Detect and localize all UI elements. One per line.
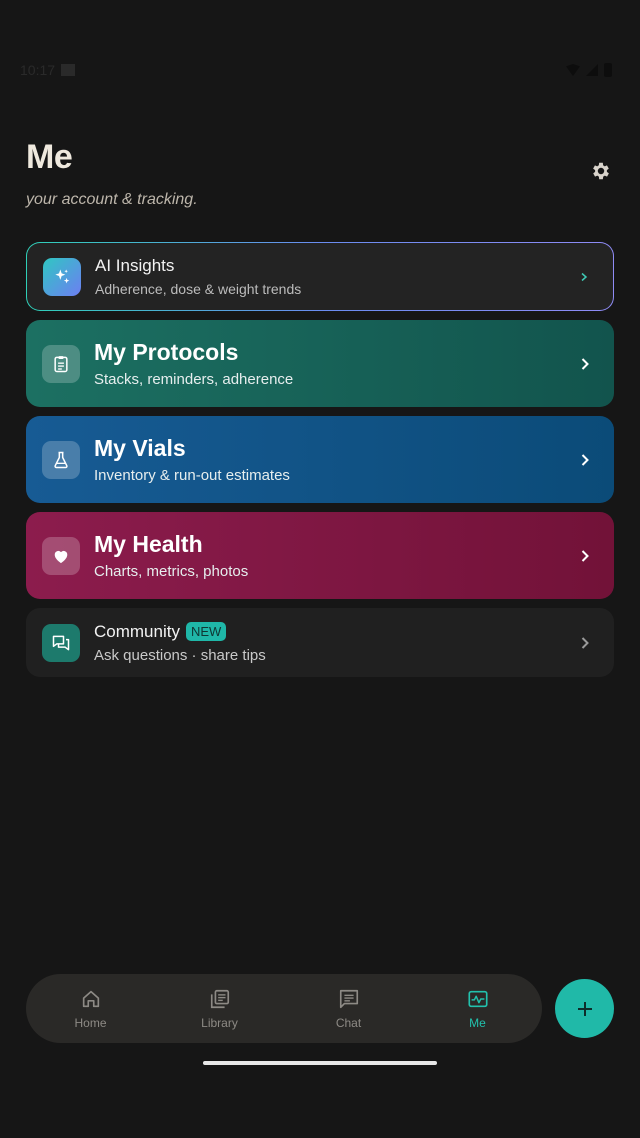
sparkles-icon [55,269,70,283]
page-title: Me [26,138,73,176]
new-badge: NEW [185,622,227,641]
nav-label-library: Library [201,1015,238,1030]
chat-icon [339,989,358,1008]
vials-icon-box [42,440,80,479]
my-vials-card[interactable]: My Vials Inventory & run-out estimates [26,416,614,503]
nav-item-chat[interactable]: Chat [284,974,413,1043]
ai-insights-subtitle: Adherence, dose & weight trends [95,281,302,297]
page-header: Me your account & tracking. [26,138,614,209]
settings-button[interactable] [588,158,614,184]
chevron-right-icon [574,632,596,654]
notification-icon [61,64,76,76]
chevron-right-icon [573,266,595,288]
nav-item-me[interactable]: Me [413,974,542,1043]
wifi-icon [566,64,580,76]
flask-icon [54,451,68,468]
forum-icon [52,635,70,650]
my-health-title: My Health [94,531,203,557]
library-icon [210,989,229,1008]
signal-icon [586,64,598,76]
chevron-right-icon [574,449,596,471]
nav-item-home[interactable]: Home [26,974,155,1043]
my-vials-title: My Vials [94,435,186,461]
nav-item-library[interactable]: Library [155,974,284,1043]
home-indicator [203,1061,437,1065]
nav-label-home: Home [74,1015,107,1030]
my-protocols-card[interactable]: My Protocols Stacks, reminders, adherenc… [26,320,614,407]
ai-insights-card[interactable]: AI Insights Adherence, dose & weight tre… [26,242,614,311]
my-health-subtitle: Charts, metrics, photos [94,563,249,580]
nav-label-chat: Chat [335,1015,362,1030]
community-label: Community [94,621,180,641]
nav-label-me: Me [469,1015,486,1030]
community-icon-box [42,623,80,662]
bottom-navigation: Home Library Chat Me [26,974,542,1043]
my-protocols-title: My Protocols [94,339,239,365]
my-health-card[interactable]: My Health Charts, metrics, photos [26,512,614,599]
ai-insights-title: AI Insights [95,256,175,275]
add-button[interactable] [555,979,614,1038]
my-vials-subtitle: Inventory & run-out estimates [94,467,290,484]
community-title: Community NEW [94,622,574,642]
battery-icon [604,63,612,77]
activity-icon [467,990,488,1007]
my-protocols-subtitle: Stacks, reminders, adherence [94,371,294,388]
chevron-right-icon [574,353,596,375]
community-card[interactable]: Community NEW Ask questions · share tips [26,608,614,677]
me-screen: 10:17 Me your account & tracking. AI Ins… [0,0,640,1138]
menu-cards: AI Insights Adherence, dose & weight tre… [26,242,614,686]
health-icon-box [42,536,80,575]
gear-icon [593,162,609,180]
protocols-icon-box [42,344,80,383]
heart-icon [54,550,68,563]
ai-insights-icon-box [43,257,81,296]
status-bar: 10:17 [20,58,612,82]
page-subtitle: your account & tracking. [26,191,198,208]
clipboard-icon [54,355,68,372]
status-time: 10:17 [20,62,56,78]
plus-icon [577,1001,592,1016]
home-icon [82,990,99,1007]
community-subtitle: Ask questions · share tips [94,646,266,664]
chevron-right-icon [574,545,596,567]
